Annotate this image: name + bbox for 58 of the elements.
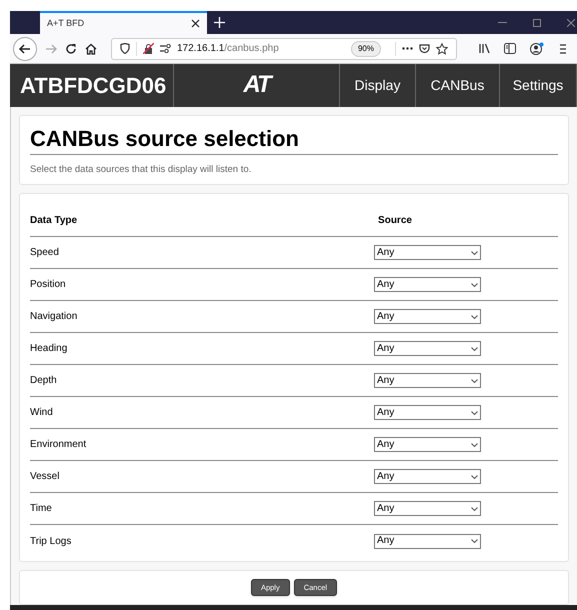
back-icon[interactable] — [13, 36, 37, 61]
caret-icon — [471, 442, 478, 447]
pocket-icon[interactable] — [419, 44, 430, 54]
caret-icon — [471, 378, 478, 383]
maximize-icon[interactable] — [533, 18, 541, 27]
data-type-cell-text: Speed — [30, 246, 60, 260]
source-dropdown[interactable]: Any — [374, 501, 481, 516]
caret-icon — [471, 474, 478, 479]
data-type-cell-text: Environment — [30, 438, 88, 452]
data-type-cell-text: Time — [30, 502, 53, 516]
data-type-cell-text: Trip Logs — [30, 534, 72, 549]
shield-icon[interactable] — [120, 43, 130, 54]
source-dropdown[interactable]: Any — [374, 534, 481, 549]
column-header: Source — [377, 214, 413, 228]
account-icon[interactable] — [530, 42, 544, 56]
insecure-lock-icon[interactable] — [143, 43, 154, 54]
data-type-cell-text: Vessel — [30, 470, 60, 484]
source-dropdown[interactable]: Any — [374, 373, 481, 388]
library-icon[interactable] — [479, 43, 490, 54]
star-icon[interactable] — [436, 42, 448, 55]
caret-icon — [471, 506, 478, 511]
page-title: CANBus source selection — [30, 126, 558, 155]
data-type-cell-text: Heading — [30, 342, 68, 356]
data-type-cell-text: Navigation — [30, 310, 78, 324]
source-dropdown[interactable]: Any — [374, 309, 481, 324]
close-icon[interactable] — [191, 19, 200, 28]
menu-icon[interactable] — [560, 44, 566, 54]
page-subtitle: Select the data sources that this display will listen to. — [30, 162, 252, 177]
data-type-cell-text: Position — [30, 278, 67, 292]
caret-icon — [471, 346, 478, 351]
column-header: Data Type — [30, 214, 78, 228]
tab-title: A+T BFD — [47, 16, 84, 30]
url-text[interactable]: 172.16.1.1/canbus.php — [177, 41, 279, 56]
source-dropdown[interactable]: Any — [374, 405, 481, 420]
caret-icon — [471, 282, 478, 287]
source-dropdown[interactable]: Any — [374, 245, 481, 260]
home-icon[interactable] — [85, 42, 97, 55]
data-type-cell-text: Wind — [30, 406, 54, 420]
more-icon[interactable] — [402, 47, 413, 50]
permissions-icon[interactable] — [160, 44, 171, 54]
reload-icon[interactable] — [65, 42, 77, 55]
sidebar-icon[interactable] — [504, 43, 516, 54]
browser-tab[interactable]: A+T BFD — [40, 11, 207, 34]
minimize-icon[interactable] — [498, 22, 507, 24]
caret-icon — [471, 250, 478, 255]
caret-icon — [471, 314, 478, 319]
caret-icon — [471, 410, 478, 415]
caret-icon — [471, 539, 478, 544]
address-bar[interactable]: 172.16.1.1/canbus.php 90% — [111, 38, 457, 60]
source-dropdown[interactable]: Any — [374, 341, 481, 356]
data-type-cell-text: Depth — [30, 374, 58, 388]
zoom-level-badge[interactable]: 90% — [350, 40, 381, 57]
device-name: ATBFDCGD06 — [20, 72, 166, 100]
logo: AT — [243, 70, 270, 100]
source-dropdown[interactable]: Any — [374, 469, 481, 484]
new-tab-icon[interactable] — [214, 17, 225, 28]
source-dropdown[interactable]: Any — [374, 277, 481, 292]
source-dropdown[interactable]: Any — [374, 437, 481, 452]
